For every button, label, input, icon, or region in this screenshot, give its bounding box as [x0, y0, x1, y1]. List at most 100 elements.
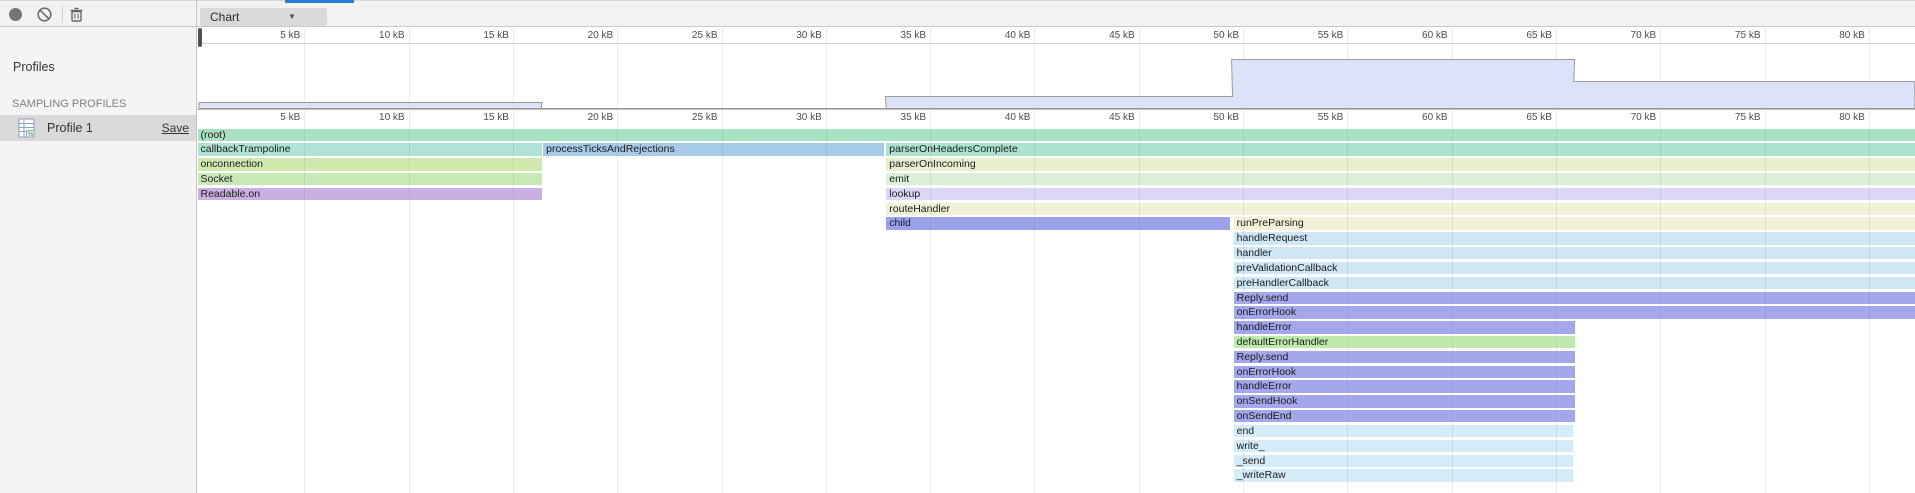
svg-text:%: %: [28, 131, 34, 138]
profile-document-icon: %: [18, 118, 35, 138]
ruler-tick-label: 55 kB: [1285, 30, 1343, 41]
flame-bar[interactable]: Reply.send: [1234, 292, 1915, 304]
flame-bar[interactable]: routeHandler: [886, 203, 1914, 215]
flame-gridline: [304, 110, 305, 493]
flame-bar[interactable]: handleError: [1234, 321, 1575, 333]
sidebar-item-profile-1[interactable]: % Profile 1 Save: [0, 115, 196, 141]
flame-bar-label: parserOnIncoming: [886, 158, 1914, 171]
profile-name: Profile 1: [47, 115, 93, 141]
flame-bar[interactable]: end: [1234, 425, 1573, 437]
ruler-tick-label: 65 kB: [1494, 112, 1552, 123]
selected-tab-indicator: [285, 0, 354, 3]
ruler-tick-label: 45 kB: [1077, 112, 1135, 123]
flame-bar[interactable]: handleRequest: [1234, 232, 1915, 244]
chart-pane: [197, 28, 1915, 493]
flame-bar[interactable]: onSendHook: [1234, 395, 1575, 407]
clear-icon[interactable]: [36, 6, 53, 23]
flame-bar-label: onSendEnd: [1234, 410, 1575, 423]
view-mode-dropdown-label: Chart: [210, 8, 239, 26]
flame-bar[interactable]: callbackTrampoline: [198, 143, 543, 155]
ruler-tick-label: 20 kB: [555, 112, 613, 123]
flame-gridline: [826, 110, 827, 493]
ruler-tick-label: 25 kB: [660, 30, 718, 41]
ruler-tick-label: 50 kB: [1181, 30, 1239, 41]
toolbar-separator: [62, 6, 63, 23]
flame-bar[interactable]: parserOnIncoming: [886, 158, 1914, 170]
ruler-tick-label: 35 kB: [868, 112, 926, 123]
profiles-sidebar: Profiles SAMPLING PROFILES % Profile 1 S…: [0, 27, 196, 493]
flame-bar-label: end: [1234, 425, 1573, 438]
flame-bar[interactable]: _send: [1234, 455, 1573, 467]
flame-bar[interactable]: write_: [1234, 440, 1573, 452]
view-mode-dropdown[interactable]: Chart ▼: [200, 8, 327, 26]
flame-gridline: [722, 110, 723, 493]
ruler-tick-label: 20 kB: [555, 30, 613, 41]
flame-bar[interactable]: child: [886, 217, 1230, 229]
flame-bar[interactable]: processTicksAndRejections: [543, 143, 884, 155]
ruler-tick-label: 40 kB: [972, 30, 1030, 41]
ruler-tick-label: 75 kB: [1703, 112, 1761, 123]
flame-bar-label: processTicksAndRejections: [543, 143, 884, 156]
ruler-tick-label: 25 kB: [660, 112, 718, 123]
chevron-down-icon: ▼: [288, 8, 296, 26]
ruler-tick-label: 80 kB: [1807, 112, 1865, 123]
flame-bar[interactable]: preValidationCallback: [1234, 262, 1915, 274]
trash-icon[interactable]: [68, 6, 85, 23]
flame-bar[interactable]: onErrorHook: [1234, 306, 1915, 318]
sampling-profiles-section-title: SAMPLING PROFILES: [12, 98, 126, 110]
flame-chart-ruler: 5 kB10 kB15 kB20 kB25 kB30 kB35 kB40 kB4…: [197, 110, 1915, 127]
ruler-tick-label: 10 kB: [347, 30, 405, 41]
flame-bar[interactable]: preHandlerCallback: [1234, 277, 1915, 289]
ruler-tick-label: 45 kB: [1077, 30, 1135, 41]
ruler-tick-label: 30 kB: [764, 30, 822, 41]
flame-bar[interactable]: handleError: [1234, 380, 1575, 392]
flame-bar[interactable]: Readable.on: [198, 188, 543, 200]
flame-bar-label: parserOnHeadersComplete: [886, 143, 1914, 156]
toolbar: Chart ▼: [0, 0, 1915, 27]
ruler-tick-label: 5 kB: [242, 30, 300, 41]
flame-bar-label: defaultErrorHandler: [1234, 336, 1575, 349]
flame-gridline: [1556, 110, 1557, 493]
flame-bar[interactable]: runPreParsing: [1234, 217, 1915, 229]
ruler-tick-label: 60 kB: [1390, 112, 1448, 123]
flame-bar-label: onErrorHook: [1234, 366, 1575, 379]
flame-bar-label: write_: [1234, 440, 1573, 453]
flame-bar[interactable]: emit: [886, 173, 1914, 185]
flame-bar[interactable]: (root): [198, 129, 1915, 141]
flame-bar-label: handleRequest: [1234, 232, 1915, 245]
flame-bar[interactable]: onErrorHook: [1234, 366, 1575, 378]
ruler-tick-label: 65 kB: [1494, 30, 1552, 41]
flame-gridline: [1765, 110, 1766, 493]
flame-bar[interactable]: _writeRaw: [1234, 469, 1573, 481]
save-link[interactable]: Save: [162, 115, 189, 141]
ruler-tick-label: 15 kB: [451, 30, 509, 41]
flame-bar-label: _writeRaw: [1234, 469, 1573, 482]
flame-bar[interactable]: onconnection: [198, 158, 543, 170]
flame-bar[interactable]: Socket: [198, 173, 543, 185]
flame-bar-label: onSendHook: [1234, 395, 1575, 408]
flame-gridline: [1243, 110, 1244, 493]
flame-bar-label: handleError: [1234, 380, 1575, 393]
flame-gridline: [409, 110, 410, 493]
flame-bar[interactable]: defaultErrorHandler: [1234, 336, 1575, 348]
flame-gridline: [1347, 110, 1348, 493]
flame-bar[interactable]: Reply.send: [1234, 351, 1575, 363]
flame-bar-label: lookup: [886, 188, 1914, 201]
ruler-tick-label: 15 kB: [451, 112, 509, 123]
ruler-tick-label: 30 kB: [764, 112, 822, 123]
flame-bar-label: emit: [886, 173, 1914, 186]
ruler-tick-label: 10 kB: [347, 112, 405, 123]
flame-bar[interactable]: handler: [1234, 247, 1915, 259]
ruler-tick-label: 55 kB: [1285, 112, 1343, 123]
overview-ruler: 5 kB 10 kB 15 kB 20 kB 25 kB 30 kB 35 kB 40 kB 4…: [197, 28, 1915, 44]
record-button[interactable]: [9, 8, 22, 21]
ruler-tick-label: 35 kB: [868, 30, 926, 41]
flame-bar-label: preHandlerCallback: [1234, 277, 1915, 290]
flame-bar[interactable]: lookup: [886, 188, 1914, 200]
flame-bar-label: Reply.send: [1234, 292, 1915, 305]
flame-bar[interactable]: onSendEnd: [1234, 410, 1575, 422]
overview-drag-handle[interactable]: [198, 28, 202, 47]
flame-bar-label: child: [886, 217, 1230, 230]
ruler-tick-label: 40 kB: [972, 112, 1030, 123]
flame-bar[interactable]: parserOnHeadersComplete: [886, 143, 1914, 155]
